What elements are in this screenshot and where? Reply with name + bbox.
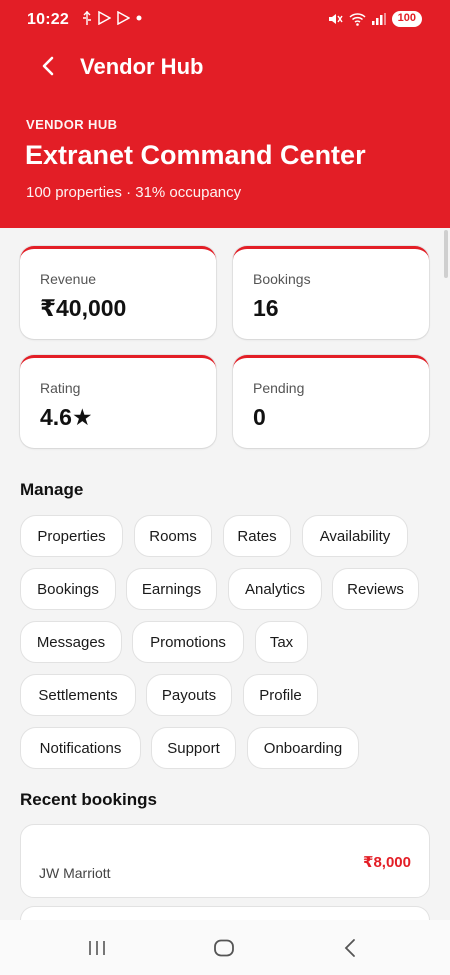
stat-value: 16 [253,295,279,321]
stat-card-revenue[interactable]: Revenue ₹40,000 [20,246,216,339]
manage-chip-profile[interactable]: Profile [243,674,318,716]
nav-back-button[interactable] [330,934,370,962]
hero-title: Extranet Command Center [25,140,366,170]
dot-icon [136,15,142,21]
hero-subtitle: 100 properties · 31% occupancy [26,184,242,201]
manage-chip-bookings[interactable]: Bookings [20,568,116,610]
manage-chip-notifications[interactable]: Notifications [20,727,141,769]
signal-icon [371,13,386,25]
manage-chip-properties[interactable]: Properties [20,515,123,557]
home-icon [214,939,234,957]
stat-label: Bookings [253,271,311,287]
status-system-icons: 100 [328,11,422,27]
status-time: 10:22 [27,11,69,28]
nav-back-icon [344,939,355,957]
manage-chip-promotions[interactable]: Promotions [132,621,244,663]
manage-chip-reviews[interactable]: Reviews [332,568,419,610]
nav-home-button[interactable] [204,934,244,962]
nav-recents-button[interactable] [77,934,117,962]
play-store-icon [98,11,111,25]
hero-header: 10:22 100 Vendor Hub VENDOR HUB Extranet… [0,0,450,228]
manage-chip-availability[interactable]: Availability [302,515,408,557]
status-bar: 10:22 100 [0,0,450,40]
system-nav-bar [0,920,450,975]
stat-card-bookings[interactable]: Bookings 16 [233,246,429,339]
scrollbar[interactable] [444,230,448,278]
manage-chip-tax[interactable]: Tax [255,621,308,663]
stat-card-pending[interactable]: Pending 0 [233,355,429,448]
recents-icon [89,941,105,955]
stat-label: Pending [253,380,305,396]
status-notification-icons [82,11,143,25]
booking-property-name: JW Marriott [39,865,111,881]
manage-chip-support[interactable]: Support [151,727,236,769]
manage-chip-analytics[interactable]: Analytics [228,568,322,610]
recent-bookings-title: Recent bookings [20,790,157,809]
booking-amount: ₹8,000 [363,854,411,871]
stat-label: Rating [40,380,81,396]
play-store-icon-2 [117,11,130,25]
stat-label: Revenue [40,271,97,287]
battery-indicator: 100 [391,11,422,27]
hero-eyebrow: VENDOR HUB [26,117,118,132]
manage-chip-earnings[interactable]: Earnings [126,568,217,610]
mute-icon [328,14,343,24]
manage-chip-rooms[interactable]: Rooms [134,515,212,557]
manage-chip-settlements[interactable]: Settlements [20,674,136,716]
manage-chip-payouts[interactable]: Payouts [146,674,232,716]
usb-icon [83,11,91,25]
manage-chip-onboarding[interactable]: Onboarding [247,727,359,769]
manage-chip-messages[interactable]: Messages [20,621,122,663]
stat-value: 0 [253,404,266,430]
stat-card-rating[interactable]: Rating 4.6★ [20,355,216,448]
stat-value: 4.6★ [40,404,93,430]
chevron-left-icon [42,56,54,76]
app-bar-title: Vendor Hub [80,54,204,79]
booking-item[interactable]: JW Marriott ₹8,000 [20,824,430,898]
app-bar: Vendor Hub [0,42,450,92]
manage-section-title: Manage [20,480,84,499]
manage-chip-rates[interactable]: Rates [223,515,291,557]
stat-value: ₹40,000 [40,295,127,321]
back-button[interactable] [34,52,62,80]
wifi-icon [349,12,366,26]
